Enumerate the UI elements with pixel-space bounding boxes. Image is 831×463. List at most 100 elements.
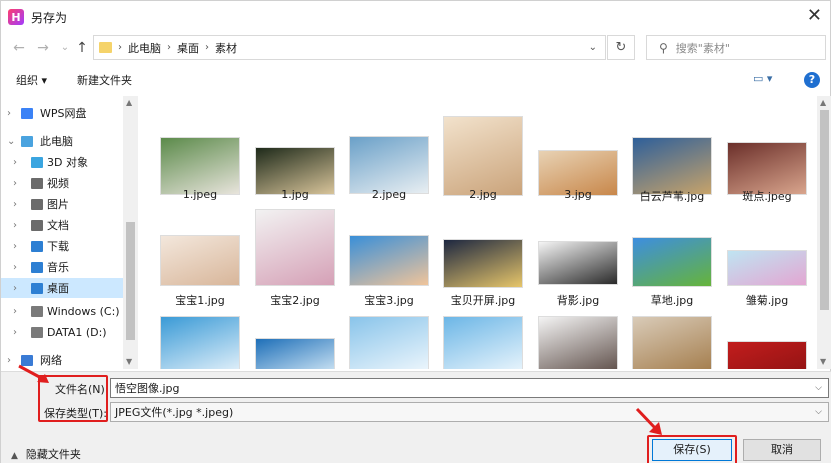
file-item[interactable] [537, 316, 619, 369]
nav-item-label: 音乐 [47, 261, 69, 274]
chevron-right-icon[interactable]: › [13, 157, 17, 168]
file-thumbnail [727, 250, 807, 286]
desktop-icon [31, 282, 43, 294]
file-item[interactable]: 宝宝3.jpg [348, 212, 430, 308]
save-form: 文件名(N): 悟空图像.jpg ⌵ 保存类型(T): JPEG文件(*.jpg… [1, 371, 831, 463]
nav-item-label: 此电脑 [40, 135, 73, 148]
file-name: 3.jpg [564, 188, 592, 201]
file-thumbnail [255, 209, 335, 286]
file-name: 雏菊.jpg [745, 294, 789, 307]
chevron-right-icon[interactable]: › [13, 241, 17, 252]
nav-item-label: 视频 [47, 177, 69, 190]
nav-item[interactable]: › 音乐 [1, 257, 123, 277]
cancel-button[interactable]: 取消 [743, 439, 821, 461]
file-item[interactable] [348, 316, 430, 369]
chevron-right-icon[interactable]: › [13, 178, 17, 189]
file-item[interactable]: 宝宝2.jpg [254, 209, 336, 308]
file-thumbnail [255, 338, 335, 369]
chevron-right-icon[interactable]: › [13, 283, 17, 294]
file-item[interactable]: 雏菊.jpg [726, 212, 808, 308]
chevron-down-icon[interactable]: ⌵ [815, 383, 822, 393]
file-item[interactable] [631, 316, 713, 369]
filename-field[interactable]: 悟空图像.jpg ⌵ [110, 378, 829, 398]
scroll-up-icon[interactable]: ▲ [126, 98, 132, 107]
new-folder-button[interactable]: 新建文件夹 [77, 72, 132, 88]
breadcrumb-this-pc[interactable]: 此电脑 [128, 40, 161, 56]
organize-menu[interactable]: 组织 ▾ [16, 72, 47, 88]
chevron-right-icon[interactable]: › [13, 327, 17, 338]
search-placeholder: 搜索"素材" [675, 41, 730, 55]
breadcrumb-desktop[interactable]: 桌面 [177, 40, 199, 56]
refresh-button[interactable]: ↻ [607, 35, 635, 60]
file-item[interactable]: 2.jpg [442, 108, 524, 204]
file-name: 宝宝1.jpg [175, 294, 225, 307]
nav-scrollbar[interactable]: ▲ ▼ [123, 96, 138, 369]
breadcrumb-material[interactable]: 素材 [215, 40, 237, 56]
close-button[interactable]: ✕ [807, 7, 822, 25]
file-thumbnail [443, 116, 523, 196]
nav-item[interactable]: › 文档 [1, 215, 123, 235]
chevron-right-icon[interactable]: › [13, 262, 17, 273]
file-item[interactable]: 斑点.jpeg [726, 108, 808, 204]
command-bar: 组织 ▾ 新建文件夹 ▭ ▾ ? [1, 67, 831, 93]
chevron-right-icon[interactable]: › [13, 306, 17, 317]
forward-button[interactable]: → [35, 38, 51, 58]
document-icon [31, 219, 43, 231]
back-button[interactable]: ← [11, 38, 27, 58]
file-thumbnail [632, 237, 712, 287]
file-thumbnail [349, 235, 429, 286]
file-item[interactable]: 3.jpg [537, 108, 619, 204]
file-item[interactable] [442, 316, 524, 369]
picture-icon [31, 198, 43, 210]
chevron-right-icon[interactable]: › [13, 220, 17, 231]
file-item[interactable]: 宝宝1.jpg [159, 212, 241, 308]
chevron-down-icon[interactable]: ⌄ [589, 42, 597, 53]
cloud-icon [21, 107, 33, 119]
up-button[interactable]: ↑ [74, 38, 90, 58]
search-input[interactable]: ⚲ 搜索"素材" [646, 35, 826, 60]
nav-item[interactable]: › 3D 对象 [1, 152, 123, 172]
view-options-icon[interactable]: ▭ ▾ [753, 72, 777, 88]
save-button[interactable]: 保存(S) [652, 439, 732, 461]
file-item[interactable]: 背影.jpg [537, 212, 619, 308]
help-icon[interactable]: ? [804, 72, 820, 88]
file-scroll-thumb[interactable] [820, 110, 829, 310]
nav-item[interactable]: ⌄ 此电脑 [1, 131, 123, 151]
chevron-right-icon[interactable]: › [7, 108, 11, 119]
scroll-down-icon[interactable]: ▼ [126, 357, 132, 366]
nav-item[interactable]: › 下载 [1, 236, 123, 256]
file-item[interactable]: 2.jpeg [348, 108, 430, 204]
address-row: ← → ⌄ ↑ › 此电脑 › 桌面 › 素材 ⌄ ↻ ⚲ 搜索"素材" [1, 34, 831, 62]
nav-item[interactable]: › WPS网盘 [1, 103, 123, 123]
scroll-up-icon[interactable]: ▲ [820, 98, 826, 107]
file-name: 2.jpg [469, 188, 497, 201]
nav-item[interactable]: › Windows (C:) [1, 301, 123, 321]
nav-item[interactable]: › 视频 [1, 173, 123, 193]
nav-item[interactable]: › 桌面 [1, 278, 123, 298]
file-item[interactable]: 1.jpeg [159, 108, 241, 204]
file-thumbnail [443, 316, 523, 369]
scroll-down-icon[interactable]: ▼ [820, 357, 826, 366]
file-item[interactable] [159, 316, 241, 369]
file-item[interactable]: 白云芦苇.jpg [631, 108, 713, 204]
file-item[interactable]: 草地.jpg [631, 212, 713, 308]
nav-scroll-thumb[interactable] [126, 222, 135, 340]
nav-item[interactable]: › DATA1 (D:) [1, 322, 123, 342]
filetype-select[interactable]: JPEG文件(*.jpg *.jpeg) ⌵ [110, 402, 829, 422]
file-item[interactable]: 宝贝开屏.jpg [442, 212, 524, 308]
chevron-down-icon[interactable]: ⌵ [815, 407, 822, 417]
hide-folders-toggle[interactable]: ▲ 隐藏文件夹 [11, 446, 81, 462]
file-item[interactable] [726, 316, 808, 369]
chevron-right-icon[interactable]: › [13, 199, 17, 210]
chevron-right-icon[interactable]: › [7, 355, 11, 366]
file-thumbnail [160, 316, 240, 369]
file-list-scrollbar[interactable]: ▲ ▼ [817, 96, 831, 369]
download-icon [31, 240, 43, 252]
chevron-down-icon[interactable]: ⌄ [7, 136, 15, 147]
file-item[interactable] [254, 316, 336, 369]
file-item[interactable]: 1.jpg [254, 108, 336, 204]
address-bar[interactable]: › 此电脑 › 桌面 › 素材 ⌄ [93, 35, 606, 60]
annotation-arrow [635, 407, 662, 435]
nav-item[interactable]: › 图片 [1, 194, 123, 214]
recent-locations-button[interactable]: ⌄ [57, 38, 73, 58]
